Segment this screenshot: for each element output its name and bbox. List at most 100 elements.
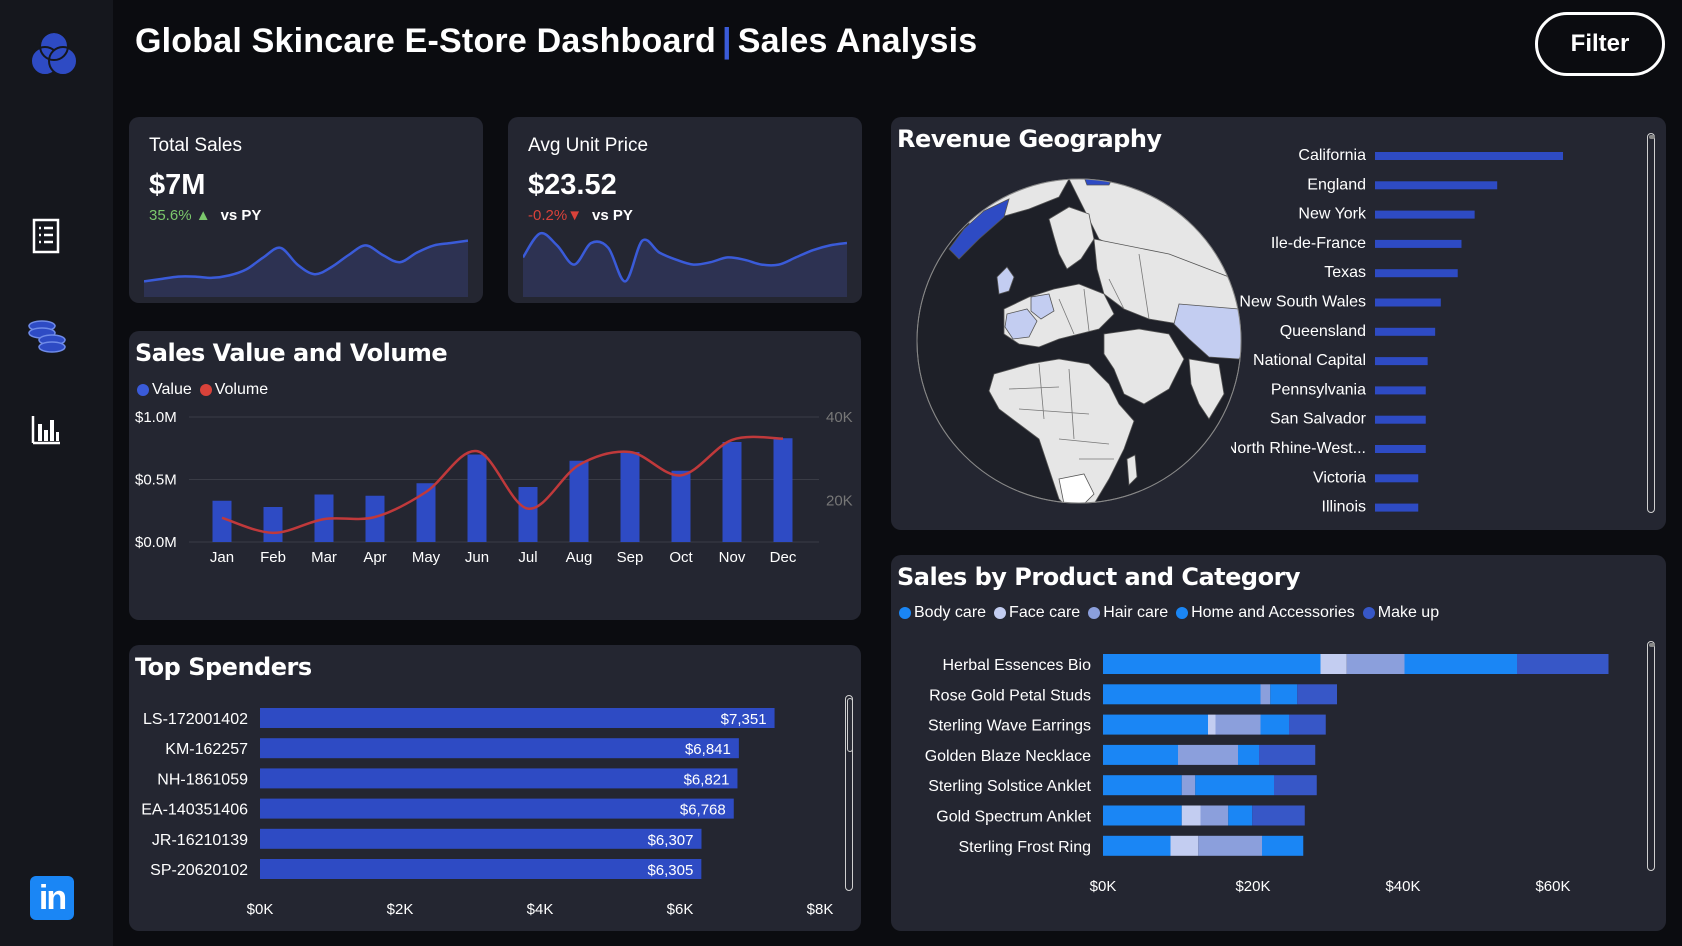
spender-bar[interactable] (260, 708, 775, 728)
geo-scrollbar[interactable] (1647, 133, 1655, 513)
geo-bar[interactable] (1375, 327, 1436, 336)
spenders-scrollbar[interactable] (845, 695, 853, 891)
product-bar-segment[interactable] (1103, 805, 1182, 826)
product-bar-segment[interactable] (1195, 775, 1274, 796)
geo-bar[interactable] (1375, 386, 1426, 395)
product-bar-segment[interactable] (1259, 744, 1316, 765)
sales-by-product-card[interactable]: Sales by Product and Category Body care F… (891, 555, 1666, 931)
spender-bar[interactable] (260, 768, 738, 789)
revenue-geography-card[interactable]: Revenue Geography California England New… (891, 117, 1666, 530)
filter-button[interactable]: Filter (1535, 12, 1665, 76)
kpi-card-total-sales[interactable]: Total Sales $7M 35.6% ▲ vs PY (129, 117, 483, 303)
volume-line (221, 435, 784, 535)
geo-bar[interactable] (1375, 181, 1498, 190)
product-bar-segment[interactable] (1270, 684, 1298, 705)
bar-value[interactable] (620, 452, 640, 542)
geo-bar[interactable] (1375, 152, 1563, 160)
bar-value[interactable] (467, 454, 487, 543)
product-bar-segment[interactable] (1517, 654, 1609, 674)
product-label: Sterling Wave Earrings (928, 718, 1091, 735)
title-main: Global Skincare E-Store Dashboard (135, 22, 716, 60)
x-tick-label: Feb (260, 549, 286, 566)
spender-value-label: $6,841 (685, 741, 731, 758)
kpi-card-avg-unit-price[interactable]: Avg Unit Price $23.52 -0.2%▼ vs PY (508, 117, 862, 303)
product-bar-segment[interactable] (1262, 835, 1304, 856)
spender-value-label: $6,307 (648, 832, 694, 849)
bar-chart-icon[interactable] (30, 414, 62, 446)
bar-value[interactable] (518, 487, 538, 542)
up-arrow-icon: ▲ (191, 207, 211, 224)
product-bar-segment[interactable] (1178, 744, 1238, 765)
product-bar-segment[interactable] (1260, 684, 1271, 705)
product-bar-segment[interactable] (1228, 805, 1253, 826)
product-bar-segment[interactable] (1181, 805, 1201, 826)
title-separator: | (721, 22, 732, 60)
product-bar-segment[interactable] (1181, 775, 1196, 796)
product-bar-segment[interactable] (1252, 805, 1305, 826)
product-bar-segment[interactable] (1260, 714, 1290, 735)
bar-value[interactable] (263, 507, 283, 542)
top-spenders-card[interactable]: Top Spenders LS-172001402 $7,351 KM-162257… (129, 645, 861, 931)
x-tick-label: $4K (527, 901, 554, 918)
x-tick-label: Aug (566, 549, 593, 566)
delta-value: -0.2% (528, 207, 568, 224)
product-bar-segment[interactable] (1289, 714, 1326, 735)
geo-bar[interactable] (1375, 269, 1458, 278)
spender-value-label: $7,351 (721, 711, 767, 728)
geo-bar[interactable] (1375, 503, 1419, 512)
geo-bar[interactable] (1375, 298, 1441, 307)
scroll-thumb[interactable] (1649, 135, 1655, 139)
bar-value[interactable] (722, 442, 742, 542)
globe-map[interactable] (909, 159, 1269, 530)
sales-value-volume-card[interactable]: Sales Value and Volume Value Volume $0.0… (129, 331, 861, 620)
scroll-thumb[interactable] (847, 698, 853, 752)
spender-label: LS-172001402 (143, 711, 248, 728)
product-bar-segment[interactable] (1200, 805, 1229, 826)
product-bar-segment[interactable] (1103, 654, 1321, 674)
product-bar-segment[interactable] (1215, 714, 1261, 735)
geo-bar[interactable] (1375, 445, 1426, 453)
y-tick-label: $0.0M (135, 534, 177, 551)
linkedin-icon[interactable]: in (30, 876, 74, 920)
product-bar-segment[interactable] (1103, 744, 1178, 765)
spender-bar[interactable] (260, 828, 702, 849)
product-bar-segment[interactable] (1103, 835, 1171, 856)
product-bar-segment[interactable] (1198, 835, 1262, 856)
logo-icon[interactable] (28, 28, 80, 80)
x-tick-label: $2K (387, 901, 414, 918)
bar-value[interactable] (569, 460, 589, 542)
geo-label: New South Wales (1239, 294, 1366, 311)
bar-value[interactable] (773, 438, 793, 542)
geo-bar[interactable] (1375, 474, 1419, 483)
product-bar-segment[interactable] (1297, 684, 1337, 705)
sales-by-product-chart: Herbal Essences Bio Rose Gold Petal Studs… (925, 654, 1609, 895)
product-label: Herbal Essences Bio (942, 657, 1091, 674)
spender-bar[interactable] (260, 859, 702, 879)
product-label: Sterling Frost Ring (959, 839, 1092, 856)
geo-label: Illinois (1322, 499, 1366, 516)
spender-bar[interactable] (260, 798, 734, 819)
product-scrollbar[interactable] (1647, 641, 1655, 871)
geo-bar[interactable] (1375, 210, 1475, 219)
product-bar-segment[interactable] (1103, 775, 1182, 796)
product-bar-segment[interactable] (1274, 775, 1317, 796)
product-label: Golden Blaze Necklace (925, 748, 1091, 765)
product-bar-segment[interactable] (1170, 835, 1199, 856)
product-bar-segment[interactable] (1404, 654, 1518, 674)
scroll-thumb[interactable] (1649, 643, 1655, 647)
product-bar-segment[interactable] (1103, 684, 1261, 705)
product-bar-segment[interactable] (1238, 744, 1259, 765)
report-icon[interactable] (30, 218, 62, 254)
product-bar-segment[interactable] (1320, 654, 1347, 674)
page-title: Global Skincare E-Store Dashboard | Sales … (135, 22, 977, 61)
geo-bar[interactable] (1375, 357, 1428, 366)
spender-bar[interactable] (260, 738, 739, 759)
product-bar-segment[interactable] (1346, 654, 1405, 674)
coins-icon[interactable] (26, 318, 68, 354)
product-bar-segment[interactable] (1208, 714, 1216, 735)
bar-value[interactable] (671, 470, 691, 542)
geo-bar[interactable] (1375, 415, 1426, 424)
kpi-label: Avg Unit Price (528, 135, 649, 156)
geo-bar[interactable] (1375, 239, 1462, 248)
product-bar-segment[interactable] (1103, 714, 1208, 735)
